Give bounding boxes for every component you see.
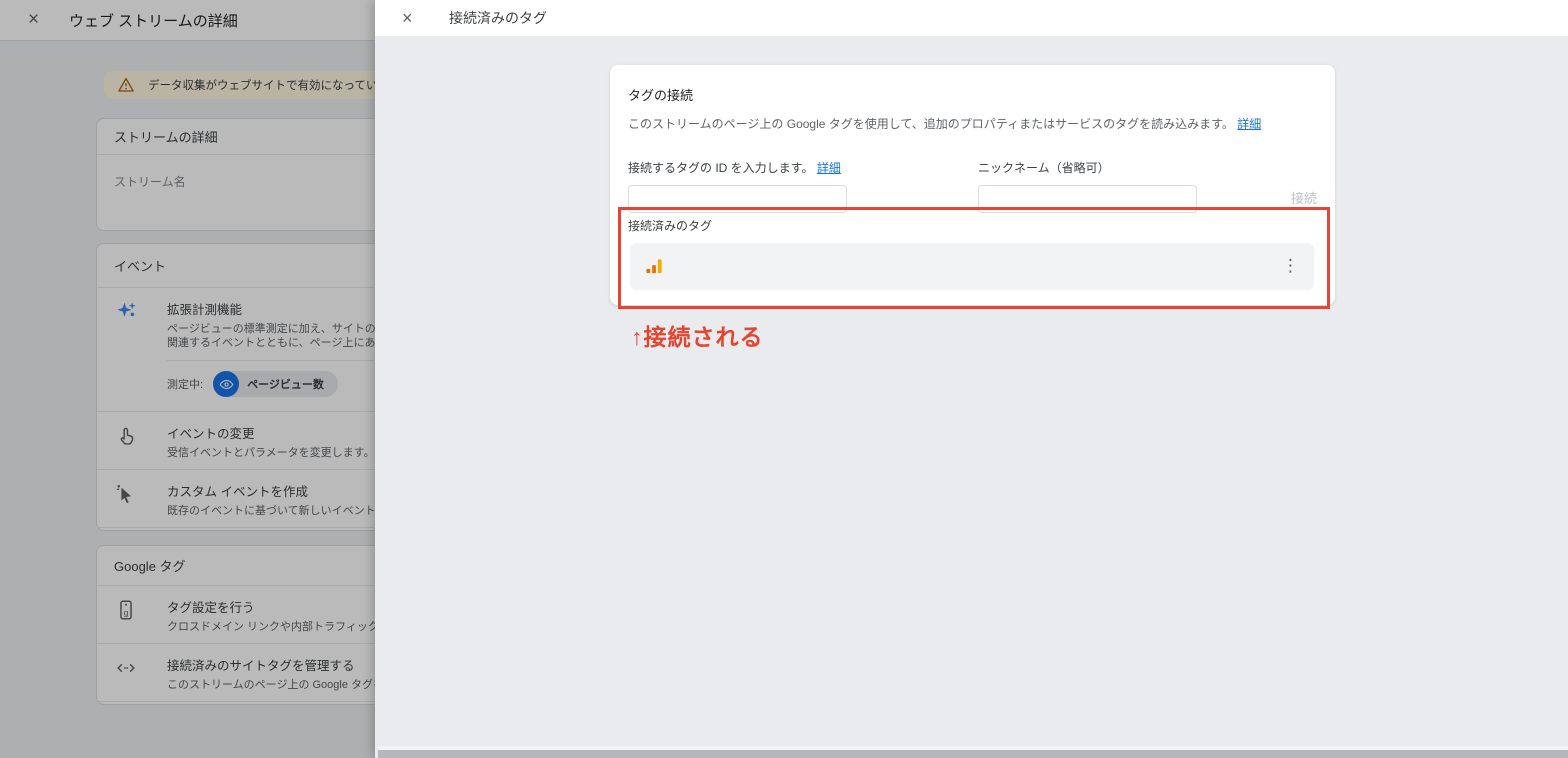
nickname-label: ニックネーム（省略可） [978, 161, 1110, 175]
connected-tags-panel: × 接続済みのタグ タグの接続 このストリームのページ上の Google タグを… [375, 0, 1568, 758]
tag-connection-description: このストリームのページ上の Google タグを使用して、追加のプロパティまたは… [628, 117, 1234, 131]
connected-tags-highlight-box: 接続済みのタグ ⋮ [618, 207, 1330, 309]
close-icon[interactable]: × [402, 8, 422, 29]
tag-connection-title: タグの接続 [628, 88, 694, 103]
horizontal-scrollbar[interactable] [378, 750, 1568, 758]
panel-title: 接続済みのタグ [449, 10, 547, 26]
tag-connection-details-link[interactable]: 詳細 [1237, 117, 1261, 131]
tag-id-details-link[interactable]: 詳細 [817, 161, 841, 175]
tag-id-label: 接続するタグの ID を入力します。 [628, 161, 814, 175]
annotation-will-be-connected: ↑接続される [631, 324, 764, 350]
connected-tags-panel-header: × 接続済みのタグ [375, 0, 1568, 36]
google-analytics-icon [646, 259, 662, 274]
connected-tags-label: 接続済みのタグ [628, 219, 713, 233]
connected-tag-row[interactable]: ⋮ [630, 243, 1314, 290]
more-options-icon[interactable]: ⋮ [1282, 258, 1299, 275]
